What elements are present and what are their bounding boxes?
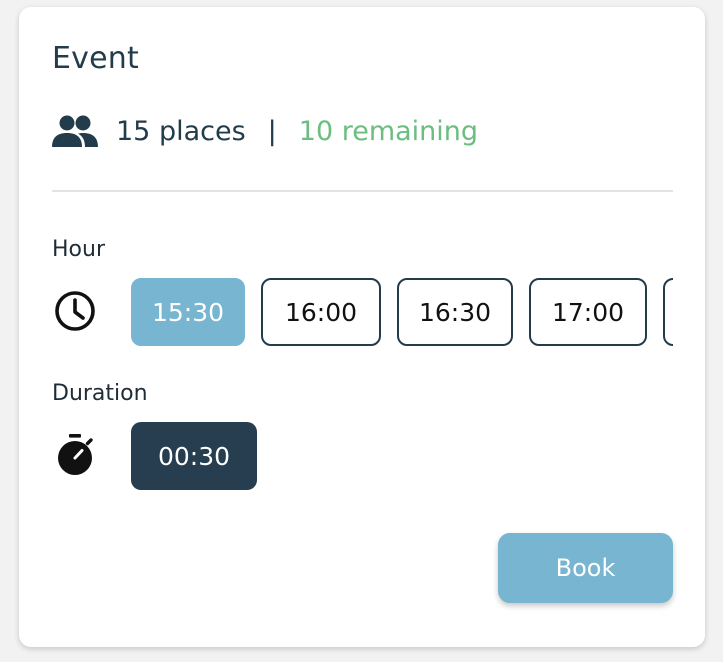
hour-label: Hour [52,237,105,262]
clock-icon [55,291,95,331]
places-count: 15 places [116,115,246,147]
people-icon [52,115,98,147]
event-title: Event [52,41,139,76]
timer-icon [58,434,93,475]
hour-slot-1600[interactable]: 16:00 [261,278,381,346]
hour-slot-1700[interactable]: 17:00 [529,278,647,346]
places-separator: | [267,115,277,147]
hour-slot-1530[interactable]: 15:30 [131,278,245,346]
hour-slots[interactable]: 15:30 16:00 16:30 17:00 [131,277,673,347]
hour-slot-next[interactable] [663,278,673,346]
divider [52,190,673,192]
remaining-count: 10 remaining [298,115,479,147]
book-button[interactable]: Book [498,533,673,603]
duration-label: Duration [52,381,148,406]
duration-chip[interactable]: 00:30 [131,422,257,490]
places-row: 15 places | 10 remaining [52,111,478,151]
event-card: Event 15 places | 10 remaining Hour 15:3… [19,7,705,647]
hour-slot-1630[interactable]: 16:30 [397,278,513,346]
